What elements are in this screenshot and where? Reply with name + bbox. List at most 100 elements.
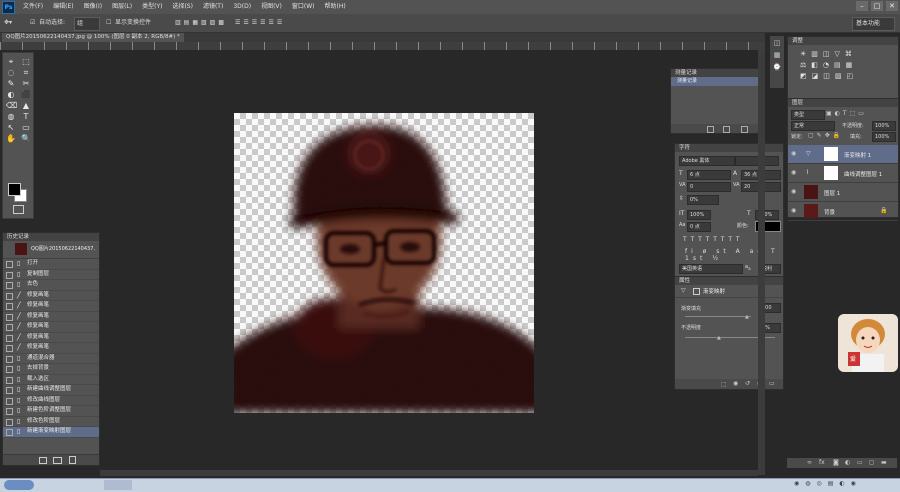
clip-icon[interactable]: ⬚ xyxy=(721,381,727,388)
visibility-eye-icon[interactable]: ◉ xyxy=(791,188,796,195)
layer-mask-thumbnail[interactable] xyxy=(824,147,838,161)
history-panel-icon[interactable]: ⌚ xyxy=(770,63,784,71)
history-item[interactable]: ╱ 修复画笔 xyxy=(3,301,99,312)
history-source-checkbox[interactable] xyxy=(6,324,13,331)
zoom-tool-icon[interactable]: 🔍 xyxy=(21,134,31,144)
reset-icon[interactable]: ↺ xyxy=(745,380,750,387)
vertical-scale-field[interactable]: 0% xyxy=(687,195,719,205)
blend-mode-dropdown[interactable]: 正常 xyxy=(791,121,835,131)
measurement-log-row[interactable]: 测量记录 xyxy=(671,77,764,86)
opacity-field[interactable]: 100% xyxy=(872,121,896,131)
close-button[interactable]: ✕ xyxy=(886,1,898,11)
foreground-color-swatch[interactable] xyxy=(8,183,21,196)
visibility-eye-icon[interactable]: ◉ xyxy=(791,207,796,214)
new-layer-icon[interactable]: ◻ xyxy=(869,459,874,466)
auto-select-dropdown[interactable]: 组 xyxy=(74,17,100,31)
visibility-eye-icon[interactable]: ◉ xyxy=(791,150,796,157)
menu-type[interactable]: 类型(Y) xyxy=(137,0,167,14)
floating-avatar-widget[interactable]: 爱 xyxy=(838,314,898,372)
history-item[interactable]: ▯ 复制图层 xyxy=(3,270,99,280)
color-panel-icon[interactable]: ◫ xyxy=(770,39,784,47)
new-group-icon[interactable]: ▭ xyxy=(857,459,863,466)
character-panel-title[interactable]: 字符 xyxy=(675,144,783,152)
kerning-field[interactable]: 0 xyxy=(687,182,731,192)
maximize-button[interactable]: □ xyxy=(871,1,883,11)
adjustments-title[interactable]: 调整 xyxy=(788,37,898,45)
lasso-tool-icon[interactable]: ◌ xyxy=(6,68,16,78)
menu-edit[interactable]: 编辑(E) xyxy=(48,0,78,14)
transform-controls-checkbox[interactable]: ☐ xyxy=(106,17,111,29)
horizontal-scrollbar[interactable] xyxy=(100,470,758,476)
swatch-panel-icon[interactable]: ▦ xyxy=(770,51,784,59)
lock-icons[interactable]: ▢✎✥🔒 xyxy=(808,132,843,139)
history-source-checkbox[interactable] xyxy=(6,292,13,300)
history-item[interactable]: ╱ 修复画笔 xyxy=(3,322,99,333)
taskbar-app-button[interactable] xyxy=(104,480,132,490)
layer-kind-filter[interactable]: 类型 xyxy=(791,110,825,120)
menu-window[interactable]: 窗口(W) xyxy=(287,0,320,14)
start-button[interactable] xyxy=(4,480,34,490)
history-source-checkbox[interactable] xyxy=(6,397,13,405)
layer-row[interactable]: ◉ ▽ 渐变映射 1 xyxy=(788,145,898,164)
history-item[interactable]: ▯ 新建曲线调整图层 xyxy=(3,385,99,396)
history-item[interactable]: ▯ 去掉背景 xyxy=(3,364,99,375)
brush-tool-icon[interactable]: ✎ xyxy=(6,79,16,89)
workspace-switcher[interactable]: 基本功能 xyxy=(852,17,895,31)
history-item[interactable]: ╱ 修复画笔 xyxy=(3,312,99,322)
document-canvas[interactable] xyxy=(234,113,534,413)
layer-row[interactable]: ◉ 图层 1 xyxy=(788,183,898,202)
history-snapshot[interactable]: QQ图片20150622140437.jpg xyxy=(3,241,99,259)
menu-view[interactable]: 视图(V) xyxy=(256,0,287,14)
font-style-dropdown[interactable] xyxy=(735,156,779,166)
history-item[interactable]: ▯ 修改曲线图层 xyxy=(3,396,99,406)
slider1-thumb[interactable]: ▲ xyxy=(745,314,749,320)
document-tab[interactable]: QQ图片20150622140437.jpg @ 100% (图层 0 副本 2… xyxy=(2,33,184,42)
layer-row[interactable]: ◉ 背景 🔒 xyxy=(788,202,898,221)
trash-icon[interactable]: ▬ xyxy=(881,459,887,466)
path-select-tool-icon[interactable]: ↖ xyxy=(6,123,16,133)
marquee-tool-icon[interactable]: ⬚ xyxy=(21,57,31,67)
history-item[interactable]: ▯ 打开 xyxy=(3,259,99,270)
auto-select-checkbox[interactable]: ☑ xyxy=(30,17,35,29)
menu-select[interactable]: 选择(S) xyxy=(167,0,198,14)
vertical-scrollbar[interactable] xyxy=(758,50,765,475)
layer-filter-icons[interactable]: ▣◐T⬚▭ xyxy=(826,110,867,117)
baseline-field[interactable]: 0 点 xyxy=(687,222,711,232)
language-dropdown[interactable]: 美国英语 xyxy=(679,264,743,274)
align-icons[interactable]: ▥▤▦▧▨▩ xyxy=(175,17,227,29)
add-mask-icon[interactable]: ◙ xyxy=(833,459,839,466)
adjustment-icons-grid[interactable]: ☀▥◫▽⌘ ⚖◧◔▤▦ ◩◪◫▨◰ xyxy=(788,45,898,86)
new-document-icon[interactable] xyxy=(39,457,47,464)
layers-panel-title[interactable]: 图层 xyxy=(788,99,898,107)
history-source-checkbox[interactable] xyxy=(6,355,13,363)
slider2-thumb[interactable]: ▲ xyxy=(717,335,721,341)
stamp-tool-icon[interactable]: ⬛ xyxy=(21,90,31,100)
vscale-field[interactable]: 100% xyxy=(687,210,711,220)
menu-filter[interactable]: 滤镜(T) xyxy=(198,0,228,14)
history-source-checkbox[interactable] xyxy=(6,303,13,310)
record-icon[interactable] xyxy=(707,126,714,133)
slice-tool-icon[interactable]: ✂ xyxy=(21,79,31,89)
history-item[interactable]: ▯ 去色 xyxy=(3,280,99,291)
history-item[interactable]: ╱ 修复画笔 xyxy=(3,333,99,343)
history-source-checkbox[interactable] xyxy=(6,366,13,373)
link-layers-icon[interactable]: ∞ xyxy=(807,459,812,466)
font-size-field[interactable]: 6 点 xyxy=(687,170,731,180)
eraser-tool-icon[interactable]: ⌫ xyxy=(6,101,17,111)
history-source-checkbox[interactable] xyxy=(6,282,13,289)
gradient-tool-icon[interactable]: ▲ xyxy=(21,101,31,111)
history-item[interactable]: ▯ 通道混合器 xyxy=(3,354,99,364)
quick-mask-icon[interactable] xyxy=(13,205,24,214)
history-source-checkbox[interactable] xyxy=(6,313,13,321)
menu-help[interactable]: 帮助(H) xyxy=(320,0,351,14)
history-source-checkbox[interactable] xyxy=(6,429,13,436)
history-item[interactable]: ╱ 修复画笔 xyxy=(3,343,99,354)
history-source-checkbox[interactable] xyxy=(6,387,13,394)
move-tool-icon[interactable]: ⌖ xyxy=(6,57,16,67)
font-family-dropdown[interactable]: Adobe 黑体 xyxy=(679,156,735,166)
dodge-tool-icon[interactable]: ◐ xyxy=(6,90,16,100)
mask-icon[interactable] xyxy=(693,288,700,295)
hand-tool-icon[interactable]: ✋ xyxy=(6,134,16,144)
menu-file[interactable]: 文件(F) xyxy=(18,0,48,14)
menu-layer[interactable]: 图层(L) xyxy=(107,0,137,14)
